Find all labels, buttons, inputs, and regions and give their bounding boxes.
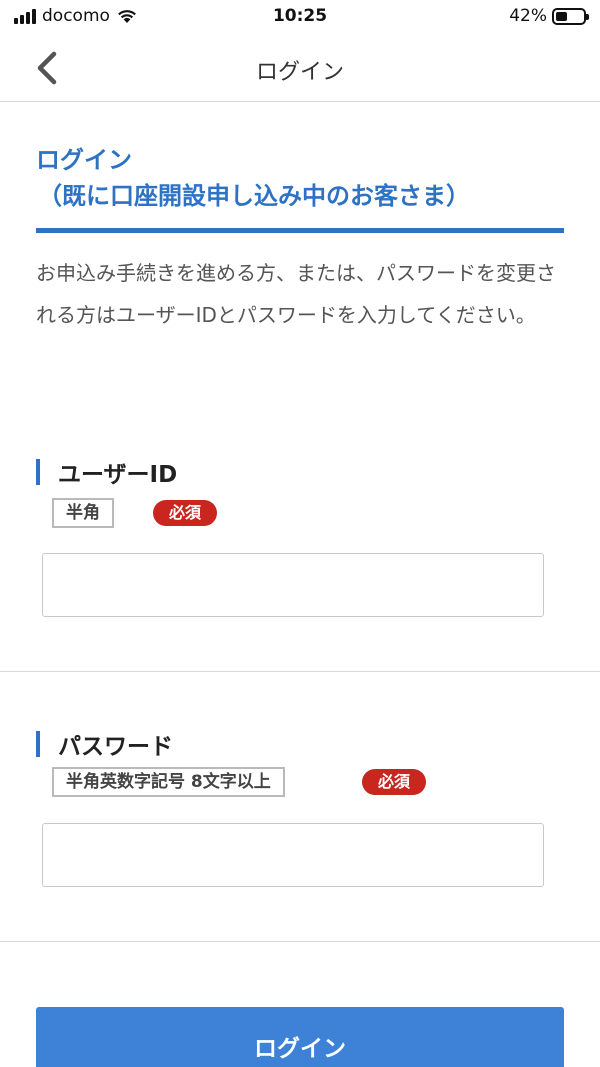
status-right: 42% [509, 6, 589, 26]
password-label-text: パスワード [58, 734, 173, 760]
password-required-badge: 必須 [362, 769, 427, 795]
status-bar: docomo 10:25 42% [0, 0, 600, 34]
user-id-label-text: ユーザーID [58, 462, 178, 488]
section-divider [0, 941, 600, 942]
login-button[interactable]: ログイン [36, 1007, 564, 1067]
user-id-input[interactable] [42, 553, 544, 617]
section-divider [0, 671, 600, 672]
nav-title: ログイン [255, 60, 344, 85]
page-title: ログイン （既に口座開設申し込み中のお客さま） [36, 142, 564, 214]
page-title-line2: （既に口座開設申し込み中のお客さま） [38, 182, 470, 210]
password-format-tag: 半角英数字記号 8文字以上 [52, 767, 285, 797]
instructions-text: お申込み手続きを進める方、または、パスワードを変更される方はユーザーIDとパスワ… [36, 261, 556, 327]
navigation-bar: ログイン [0, 34, 600, 102]
battery-percent: 42% [509, 6, 547, 26]
password-input[interactable] [42, 823, 544, 887]
user-id-required-badge: 必須 [153, 500, 218, 526]
battery-icon [552, 7, 589, 25]
user-id-label: ユーザーID [36, 455, 177, 489]
password-label: パスワード [36, 727, 173, 761]
label-accent-bar [36, 731, 40, 757]
page-title-line1: ログイン [36, 146, 132, 174]
battery-level-fill [556, 11, 567, 21]
label-accent-bar [36, 459, 40, 485]
heading-underline [36, 228, 564, 233]
user-id-format-tag: 半角 [52, 498, 114, 528]
